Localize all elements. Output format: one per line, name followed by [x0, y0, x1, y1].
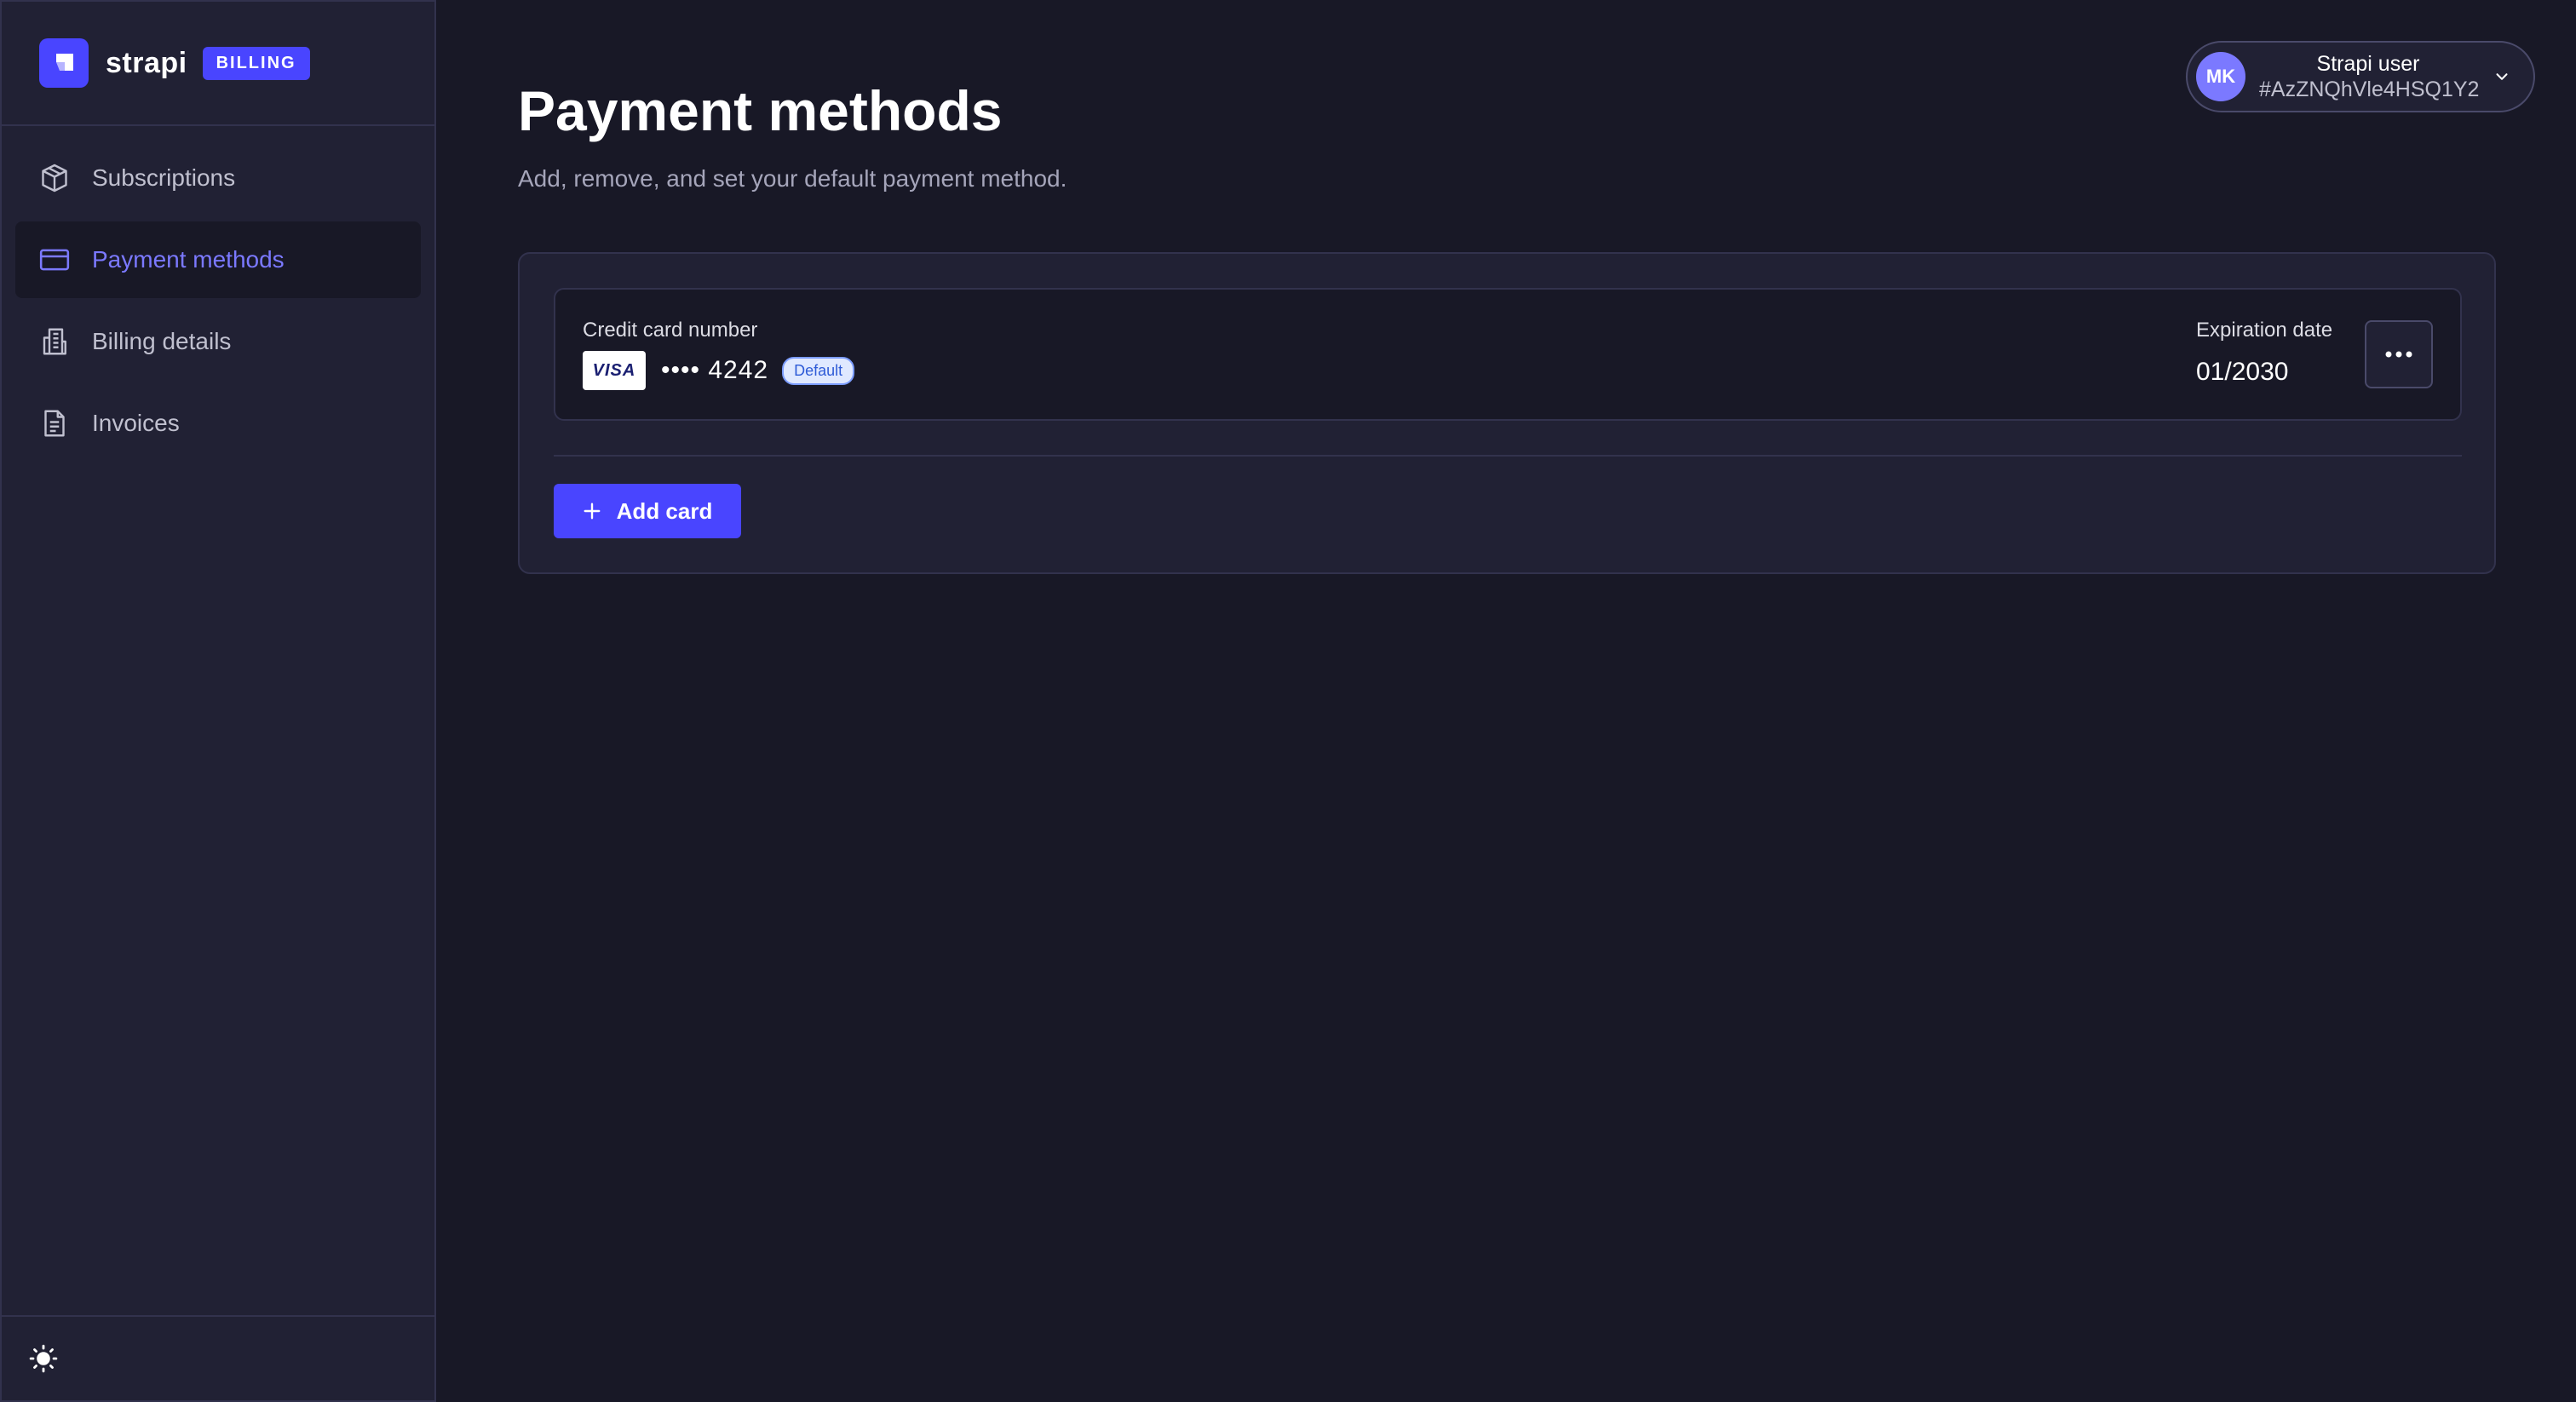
avatar: MK [2196, 52, 2245, 101]
ellipsis-icon [2383, 350, 2414, 359]
chevron-down-icon [2493, 67, 2511, 86]
sidebar-nav: Subscriptions Payment methods Billing de… [2, 126, 434, 462]
user-menu-button[interactable]: MK Strapi user #AzZNQhVle4HSQ1Y2 [2186, 41, 2535, 112]
default-badge: Default [782, 356, 855, 385]
brand-name: strapi [106, 46, 187, 79]
main-content: Payment methods Add, remove, and set you… [436, 0, 2576, 1402]
visa-logo-icon: VISA [583, 351, 646, 390]
panel-divider [554, 455, 2462, 457]
sidebar-item-label: Invoices [92, 410, 180, 436]
page-title: Payment methods [518, 79, 1003, 142]
expiration-date-value: 01/2030 [2196, 358, 2289, 386]
sidebar-item-label: Payment methods [92, 246, 285, 273]
sidebar-item-payment-methods[interactable]: Payment methods [15, 221, 421, 298]
building-icon [37, 325, 72, 359]
sidebar: strapi BILLING Subscriptions Payment met… [0, 0, 436, 1402]
user-info: Strapi user #AzZNQhVle4HSQ1Y2 [2259, 51, 2480, 102]
masked-card-number: •••• 4242 [661, 356, 769, 384]
expiration-date-label: Expiration date [2196, 319, 2333, 342]
credit-card-line: VISA •••• 4242 Default [583, 351, 855, 390]
sidebar-item-label: Subscriptions [92, 164, 236, 191]
document-icon [37, 406, 72, 440]
sidebar-footer [2, 1315, 434, 1400]
sidebar-item-billing-details[interactable]: Billing details [15, 303, 421, 380]
credit-card-icon [37, 243, 72, 277]
user-id: #AzZNQhVle4HSQ1Y2 [2259, 78, 2480, 101]
sun-icon[interactable] [29, 1344, 58, 1373]
sidebar-item-label: Billing details [92, 328, 232, 354]
billing-badge: BILLING [202, 46, 310, 80]
strapi-logo-icon [39, 38, 89, 88]
add-card-button[interactable]: Add card [554, 484, 741, 538]
credit-card-number-label: Credit card number [583, 319, 758, 342]
more-actions-button[interactable] [2365, 320, 2433, 388]
brand-header: strapi BILLING [2, 2, 434, 126]
page-subtitle: Add, remove, and set your default paymen… [518, 165, 1067, 192]
payment-methods-panel: Credit card number VISA •••• 4242 Defaul… [518, 252, 2496, 574]
add-card-label: Add card [616, 497, 713, 524]
package-icon [37, 161, 72, 195]
sidebar-item-subscriptions[interactable]: Subscriptions [15, 140, 421, 216]
payment-card-row: Credit card number VISA •••• 4242 Defaul… [554, 288, 2462, 421]
expiration-block: Expiration date 01/2030 [2196, 319, 2332, 387]
user-name: Strapi user [2316, 52, 2420, 76]
plus-icon [583, 502, 601, 520]
sidebar-item-invoices[interactable]: Invoices [15, 385, 421, 462]
